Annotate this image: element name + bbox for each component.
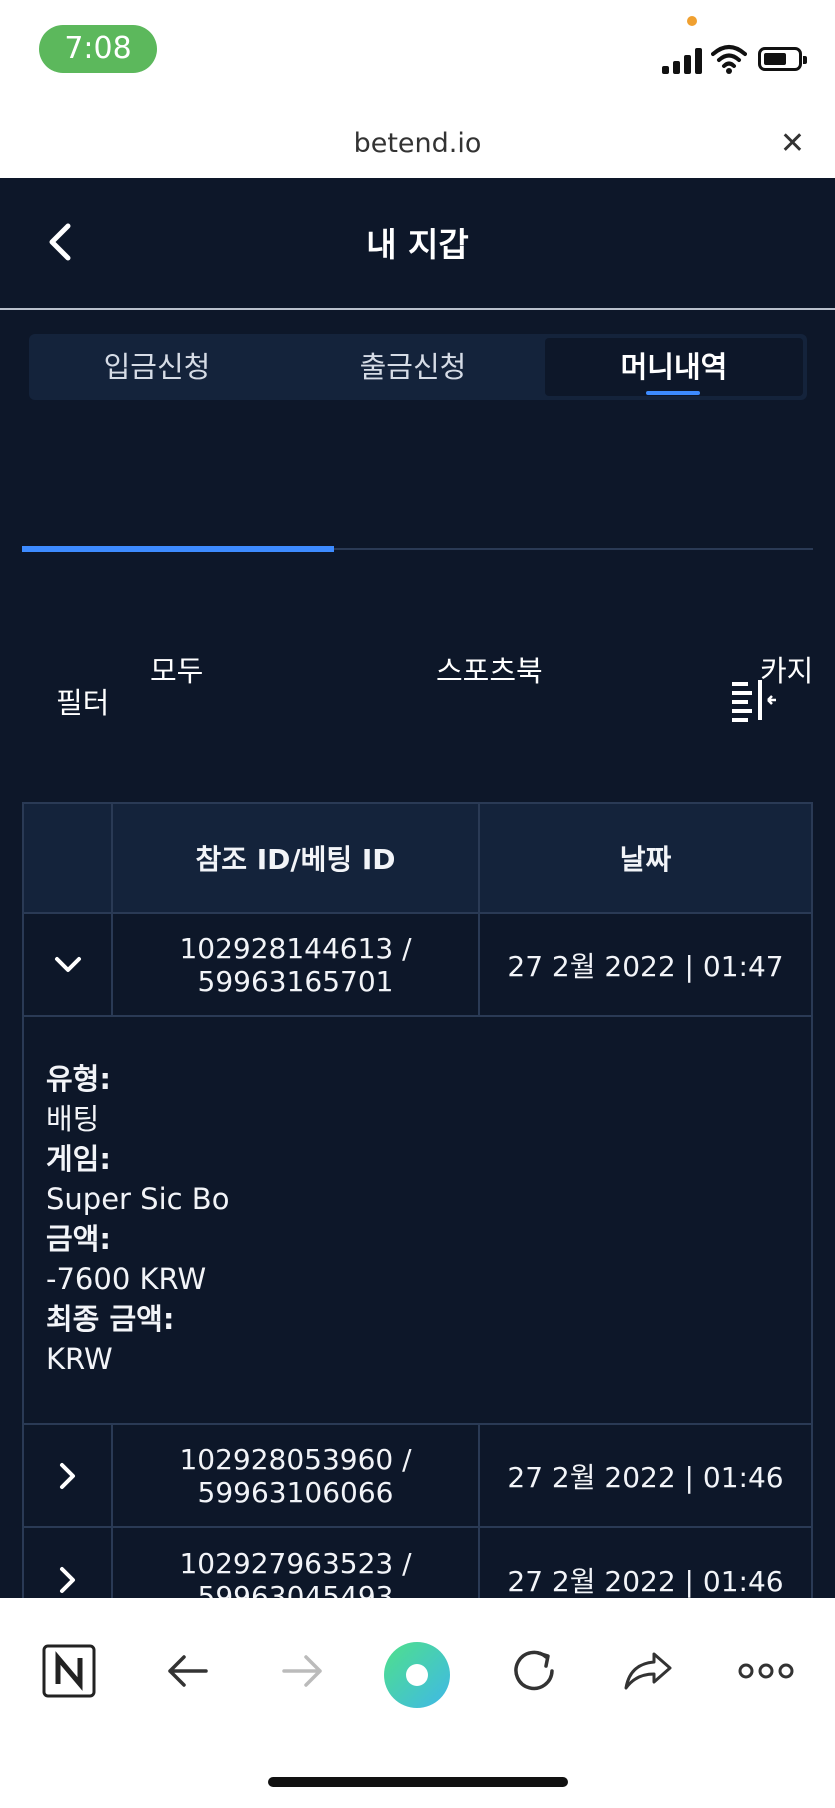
date-cell: 27 2월 2022 | 01:46 — [507, 1564, 784, 1598]
filter-label[interactable]: 필터 — [56, 680, 109, 722]
back-arrow-icon[interactable] — [162, 1644, 212, 1698]
tab-all[interactable]: 모두 — [150, 648, 203, 690]
expand-toggle[interactable] — [24, 1425, 113, 1526]
share-icon[interactable] — [620, 1644, 676, 1698]
url-text[interactable]: betend.io — [0, 128, 835, 159]
table-row[interactable]: 102928053960 /59963106066 27 2월 2022 | 0… — [24, 1425, 811, 1528]
status-bar: 7:08 — [0, 0, 835, 110]
detail-game-value: Super Sic Bo — [46, 1182, 230, 1216]
detail-game-label: 게임: — [46, 1142, 111, 1176]
reference-id-cell: 102928144613 /59963165701 — [113, 914, 480, 1015]
bet-id: 59963045493 — [197, 1579, 394, 1599]
reference-id: 102928144613 / — [179, 931, 412, 965]
tab-active-indicator — [22, 546, 334, 552]
expand-toggle[interactable] — [24, 1528, 113, 1598]
browser-url-bar[interactable]: betend.io ✕ — [0, 110, 835, 178]
bet-id: 59963165701 — [197, 964, 394, 998]
detail-type-label: 유형: — [46, 1062, 111, 1096]
privacy-indicator-dot — [687, 16, 697, 26]
more-options-icon[interactable] — [738, 1644, 794, 1698]
refresh-icon[interactable] — [508, 1644, 560, 1698]
table-row[interactable]: 102927963523 /59963045493 27 2월 2022 | 0… — [24, 1528, 811, 1598]
green-dot-home-icon[interactable] — [384, 1642, 450, 1708]
detail-amount-value: -7600 KRW — [46, 1262, 207, 1296]
detail-final-amount-label: 최종 금액: — [46, 1302, 175, 1336]
header-date: 날짜 — [619, 843, 672, 876]
bet-id: 59963106066 — [197, 1475, 394, 1509]
header-reference-id: 참조 ID/베팅 ID — [113, 804, 480, 912]
category-tabs: 모두 스포츠북 카지 — [0, 458, 835, 688]
segment-active-indicator — [646, 391, 700, 395]
segment-money-history[interactable]: 머니내역 — [545, 338, 803, 396]
reference-id: 102928053960 / — [179, 1442, 412, 1476]
wallet-page: 내 지갑 입금신청 출금신청 머니내역 모두 스포츠북 카지 필터 참조 ID/… — [0, 178, 835, 1598]
filter-toggle-icon[interactable] — [730, 678, 778, 722]
header-expand-column — [24, 804, 113, 912]
page-title: 내 지갑 — [366, 225, 469, 264]
reference-id-cell: 102927963523 /59963045493 — [113, 1528, 480, 1598]
battery-icon — [758, 47, 807, 71]
chevron-right-icon — [59, 1462, 75, 1489]
reference-id-cell: 102928053960 /59963106066 — [113, 1425, 480, 1526]
page-header: 내 지갑 — [0, 178, 835, 308]
segment-deposit[interactable]: 입금신청 — [29, 334, 285, 400]
expand-toggle[interactable] — [24, 914, 113, 1015]
reference-id: 102927963523 / — [179, 1546, 412, 1580]
chevron-right-icon — [59, 1566, 75, 1593]
browser-toolbar — [0, 1620, 835, 1730]
detail-amount-label: 금액: — [46, 1222, 111, 1256]
header-divider — [0, 308, 835, 310]
money-history-table: 참조 ID/베팅 ID 날짜 102928144613 /59963165701… — [22, 802, 813, 1598]
naver-n-icon[interactable] — [42, 1644, 96, 1698]
cellular-signal-icon — [662, 48, 704, 74]
row-detail-panel: 유형: 배팅 게임: Super Sic Bo 금액: -7600 KRW 최종… — [24, 1017, 811, 1425]
wifi-icon — [711, 45, 747, 74]
close-icon[interactable]: ✕ — [780, 126, 805, 161]
detail-type-value: 배팅 — [46, 1102, 100, 1136]
date-cell: 27 2월 2022 | 01:46 — [507, 1460, 784, 1494]
date-cell: 27 2월 2022 | 01:47 — [507, 949, 784, 983]
table-header-row: 참조 ID/베팅 ID 날짜 — [24, 804, 811, 914]
detail-final-amount-value: KRW — [46, 1342, 113, 1376]
table-row[interactable]: 102928144613 /59963165701 27 2월 2022 | 0… — [24, 914, 811, 1017]
home-indicator[interactable] — [268, 1777, 568, 1787]
forward-arrow-icon[interactable] — [278, 1644, 328, 1698]
tab-sportsbook[interactable]: 스포츠북 — [436, 648, 543, 690]
chevron-down-icon — [54, 956, 81, 972]
status-time: 7:08 — [39, 25, 157, 73]
segment-withdraw[interactable]: 출금신청 — [285, 334, 541, 400]
